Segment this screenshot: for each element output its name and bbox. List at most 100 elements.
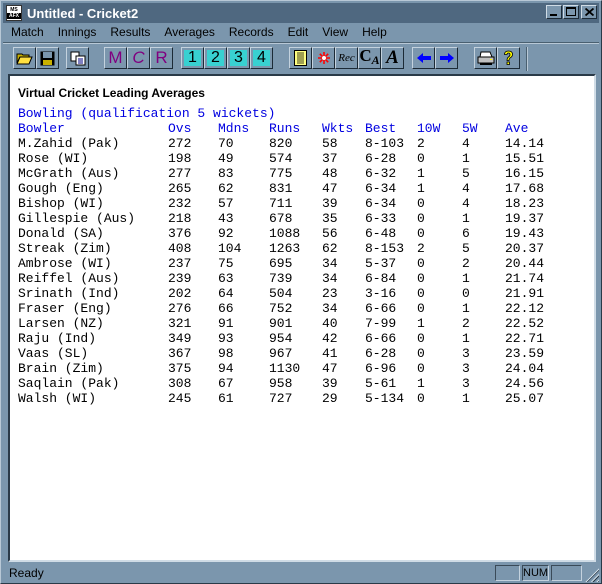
cell-average: 21.91 bbox=[505, 286, 545, 301]
cell-wickets: 40 bbox=[322, 316, 338, 331]
table-row: Vaas (SL) 367 98 967 41 6-28 0 3 23.59 bbox=[18, 346, 565, 361]
cell-average: 18.23 bbox=[505, 196, 545, 211]
notes-button[interactable] bbox=[289, 47, 312, 69]
cell-average: 23.59 bbox=[505, 346, 545, 361]
cell-best: 6-28 bbox=[365, 151, 397, 166]
cell-maidens: 98 bbox=[218, 346, 234, 361]
asterisk-icon bbox=[317, 52, 330, 64]
table-row: Ambrose (WI) 237 75 695 34 5-37 0 2 20.44 bbox=[18, 256, 565, 271]
app-icon[interactable]: MS AFX bbox=[6, 5, 22, 21]
forward-button[interactable] bbox=[435, 47, 458, 69]
ca-main: C bbox=[359, 46, 372, 65]
menu-results[interactable]: Results bbox=[102, 23, 156, 42]
career-button[interactable]: C bbox=[127, 47, 150, 69]
cell-bowler: Raju (Ind) bbox=[18, 331, 97, 346]
menu-records[interactable]: Records bbox=[221, 23, 280, 42]
cell-bowler: Reiffel (Aus) bbox=[18, 271, 120, 286]
menu-view[interactable]: View bbox=[314, 23, 354, 42]
innings-1-button[interactable]: 1 bbox=[181, 47, 204, 69]
section-heading: Bowling (qualification 5 wickets) bbox=[18, 106, 276, 121]
cell-average: 22.52 bbox=[505, 316, 545, 331]
col-best: Best bbox=[365, 121, 397, 136]
rec-button[interactable]: Rec bbox=[335, 47, 358, 69]
cell-wickets: 56 bbox=[322, 226, 338, 241]
table-row: Fraser (Eng) 276 66 752 34 6-66 0 1 22.12 bbox=[18, 301, 565, 316]
cell-bowler: Gillespie (Aus) bbox=[18, 211, 136, 226]
cell-runs: 727 bbox=[269, 391, 293, 406]
cell-5w: 3 bbox=[462, 346, 470, 361]
cell-bowler: Bishop (WI) bbox=[18, 196, 104, 211]
cell-overs: 367 bbox=[168, 346, 192, 361]
maximize-button[interactable] bbox=[563, 5, 579, 19]
cell-overs: 408 bbox=[168, 241, 192, 256]
italic-font-button[interactable]: A bbox=[381, 47, 404, 69]
innings-1-label: 1 bbox=[184, 50, 201, 66]
cell-maidens: 70 bbox=[218, 136, 234, 151]
copy-button[interactable] bbox=[66, 47, 89, 69]
table-row: Saqlain (Pak) 308 67 958 39 5-61 1 3 24.56 bbox=[18, 376, 565, 391]
title-bar[interactable]: MS AFX Untitled - Cricket2 bbox=[3, 3, 599, 23]
star-button[interactable] bbox=[312, 47, 335, 69]
match-button[interactable]: M bbox=[104, 47, 127, 69]
innings-3-button[interactable]: 3 bbox=[227, 47, 250, 69]
table-row: M.Zahid (Pak) 272 70 820 58 8-103 2 4 14.14 bbox=[18, 136, 565, 151]
cell-overs: 308 bbox=[168, 376, 192, 391]
cell-average: 17.68 bbox=[505, 181, 545, 196]
menu-averages[interactable]: Averages bbox=[156, 23, 220, 42]
print-button[interactable] bbox=[474, 47, 497, 69]
help-button[interactable] bbox=[497, 47, 520, 69]
cell-overs: 376 bbox=[168, 226, 192, 241]
folder-open-icon bbox=[16, 53, 33, 65]
cell-10w: 0 bbox=[417, 211, 425, 226]
close-button[interactable] bbox=[581, 5, 597, 19]
back-button[interactable] bbox=[412, 47, 435, 69]
cell-bowler: Fraser (Eng) bbox=[18, 301, 112, 316]
cell-overs: 375 bbox=[168, 361, 192, 376]
status-panel-scroll bbox=[551, 565, 582, 581]
cell-5w: 0 bbox=[462, 286, 470, 301]
col-10w: 10W bbox=[417, 121, 441, 136]
resize-grip[interactable] bbox=[585, 568, 599, 582]
cell-overs: 349 bbox=[168, 331, 192, 346]
menu-match[interactable]: Match bbox=[3, 23, 50, 42]
cell-runs: 752 bbox=[269, 301, 293, 316]
cell-bowler: Rose (WI) bbox=[18, 151, 89, 166]
cell-overs: 265 bbox=[168, 181, 192, 196]
rec-label: Rec bbox=[338, 52, 355, 64]
cell-bowler: Streak (Zim) bbox=[18, 241, 112, 256]
font-ca-button[interactable]: CA bbox=[358, 47, 381, 69]
cell-10w: 0 bbox=[417, 256, 425, 271]
menu-edit[interactable]: Edit bbox=[280, 23, 315, 42]
cell-5w: 4 bbox=[462, 136, 470, 151]
innings-4-button[interactable]: 4 bbox=[250, 47, 273, 69]
cell-best: 8-103 bbox=[365, 136, 405, 151]
app-window: MS AFX Untitled - Cricket2 Match Innings… bbox=[0, 0, 602, 584]
cell-maidens: 57 bbox=[218, 196, 234, 211]
table-row: Gough (Eng) 265 62 831 47 6-34 1 4 17.68 bbox=[18, 181, 565, 196]
cell-best: 6-34 bbox=[365, 196, 397, 211]
cell-best: 3-16 bbox=[365, 286, 397, 301]
document-view[interactable]: Virtual Cricket Leading Averages Bowling… bbox=[8, 74, 596, 562]
cell-maidens: 94 bbox=[218, 361, 234, 376]
cell-10w: 0 bbox=[417, 346, 425, 361]
minimize-button[interactable] bbox=[546, 5, 562, 19]
menu-innings[interactable]: Innings bbox=[50, 23, 103, 42]
cell-10w: 1 bbox=[417, 316, 425, 331]
cell-best: 6-28 bbox=[365, 346, 397, 361]
cell-runs: 1130 bbox=[269, 361, 301, 376]
table-row: Rose (WI) 198 49 574 37 6-28 0 1 15.51 bbox=[18, 151, 565, 166]
cell-10w: 0 bbox=[417, 391, 425, 406]
notepad-icon bbox=[294, 50, 307, 66]
save-button[interactable] bbox=[36, 47, 59, 69]
open-button[interactable] bbox=[13, 47, 36, 69]
cell-10w: 1 bbox=[417, 181, 425, 196]
innings-2-button[interactable]: 2 bbox=[204, 47, 227, 69]
status-bar: Ready NUM bbox=[3, 564, 599, 582]
cell-5w: 4 bbox=[462, 196, 470, 211]
menu-bar: Match Innings Results Averages Records E… bbox=[3, 23, 599, 42]
status-panel-num: NUM bbox=[522, 565, 549, 581]
menu-help[interactable]: Help bbox=[354, 23, 393, 42]
records-button[interactable]: R bbox=[150, 47, 173, 69]
cell-average: 22.71 bbox=[505, 331, 545, 346]
cell-wickets: 34 bbox=[322, 271, 338, 286]
